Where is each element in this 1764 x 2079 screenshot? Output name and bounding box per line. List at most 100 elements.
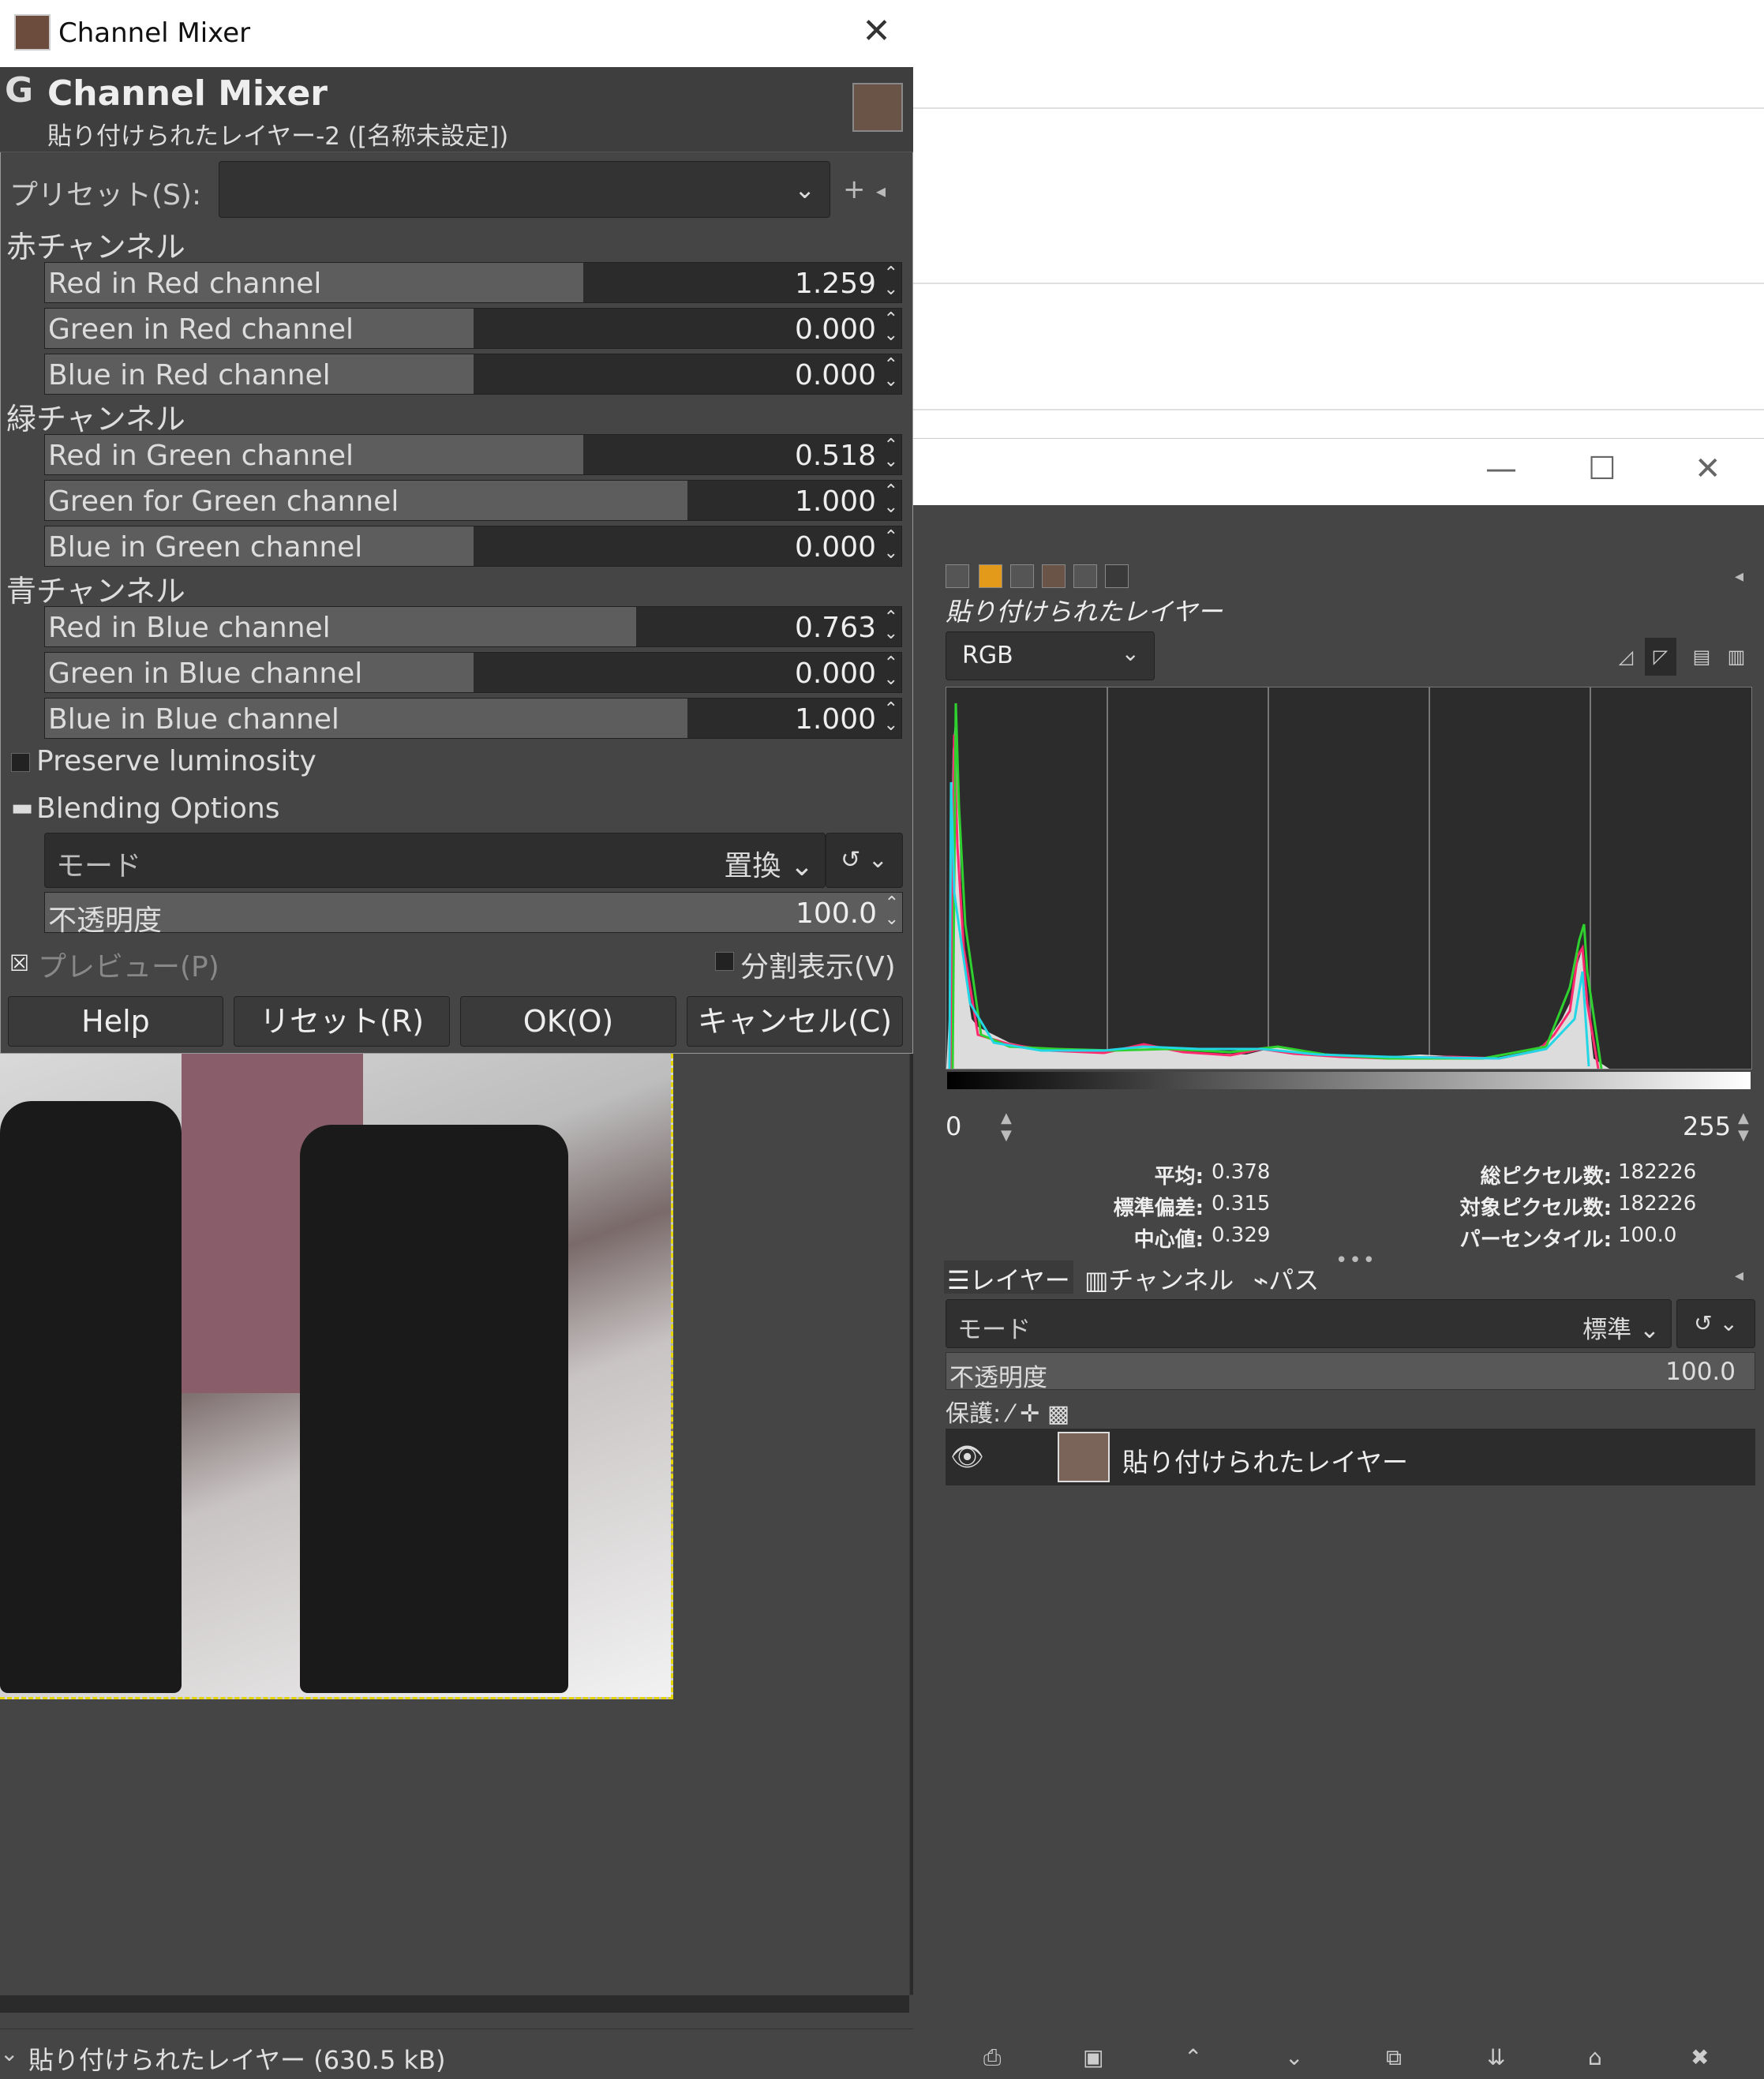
dialog-heading: Channel Mixer — [47, 73, 328, 114]
slider-value[interactable]: 0.000 — [795, 359, 876, 391]
lock-paint-icon[interactable]: ⁄ — [1009, 1400, 1013, 1428]
section-red: 赤チャンネル — [6, 230, 185, 264]
slider-green-for-green[interactable]: Green for Green channel 1.000 ⌃ ⌄ — [44, 480, 902, 521]
spin-icon[interactable]: ⌃ ⌄ — [884, 437, 898, 470]
spin-icon[interactable]: ⌃ ⌄ — [884, 357, 898, 390]
ok-button[interactable]: OK(O) — [460, 996, 676, 1047]
reset-button[interactable]: リセット(R) — [234, 996, 450, 1047]
slider-value[interactable]: 0.000 — [795, 657, 876, 690]
slider-value[interactable]: 1.000 — [795, 485, 876, 518]
tab-icon[interactable] — [1010, 564, 1034, 588]
tab-icon[interactable] — [946, 564, 969, 588]
close-icon[interactable]: ✕ — [1695, 451, 1721, 487]
range-min-field[interactable]: 0 — [946, 1111, 1001, 1151]
spin-icon[interactable]: ⌃ ⌄ — [884, 265, 898, 298]
raise-layer-icon[interactable]: ⌃ — [1184, 2044, 1202, 2070]
chevron-down-icon[interactable]: ⌄ — [0, 2040, 18, 2066]
collapse-icon[interactable]: ▬ — [11, 794, 33, 822]
slider-value[interactable]: 0.000 — [795, 531, 876, 564]
opacity-label: 不透明度 — [48, 905, 163, 937]
stddev-value: 0.315 — [1212, 1192, 1271, 1216]
spin-icon[interactable]: ▲ ▼ — [1001, 1110, 1012, 1144]
preset-menu-icon[interactable]: ◂ — [876, 180, 886, 202]
lock-position-icon[interactable]: ✛ — [1020, 1400, 1039, 1428]
spin-icon[interactable]: ▲ ▼ — [1738, 1110, 1749, 1144]
slider-label: Green in Blue channel — [48, 657, 363, 690]
panel-menu-icon[interactable]: ◂ — [1735, 1266, 1743, 1286]
tab-icon[interactable] — [1042, 564, 1066, 588]
lower-layer-icon[interactable]: ⌄ — [1285, 2044, 1303, 2070]
chevron-down-icon: ⌄ — [1639, 1316, 1660, 1344]
eye-icon[interactable]: 👁 — [950, 1441, 984, 1473]
new-group-icon[interactable]: ▣ — [1083, 2044, 1103, 2070]
slider-red-in-green[interactable]: Red in Green channel 0.518 ⌃ ⌄ — [44, 434, 902, 475]
spin-icon[interactable]: ⌃ ⌄ — [884, 311, 898, 344]
log-scale-icon[interactable]: ◸ — [1645, 638, 1676, 676]
histogram-graph[interactable] — [946, 687, 1752, 1069]
pane-grip-icon[interactable]: ••• — [1335, 1249, 1376, 1272]
tab-icon[interactable] — [979, 564, 1002, 588]
histogram-layer-name: 貼り付けられたレイヤー — [946, 597, 1223, 627]
mask-icon[interactable]: ⌂ — [1588, 2044, 1602, 2070]
range-max-field[interactable]: 255 — [1683, 1111, 1738, 1151]
minimize-icon[interactable]: — — [1485, 451, 1517, 487]
slider-green-in-blue[interactable]: Green in Blue channel 0.000 ⌃ ⌄ — [44, 652, 902, 693]
composite-mode-select[interactable]: ↺ ⌄ — [1676, 1299, 1755, 1348]
duplicate-layer-icon[interactable]: ⧉ — [1386, 2044, 1402, 2071]
linear-scale-icon[interactable]: ◿ — [1610, 638, 1642, 676]
slider-red-in-blue[interactable]: Red in Blue channel 0.763 ⌃ ⌄ — [44, 606, 902, 647]
delete-layer-icon[interactable]: ✖ — [1691, 2044, 1709, 2070]
dialog-header: G Channel Mixer 貼り付けられたレイヤー-2 ([名称未設定]) — [0, 67, 913, 152]
slider-value[interactable]: 0.000 — [795, 313, 876, 346]
close-icon[interactable]: ✕ — [862, 11, 891, 51]
image-canvas[interactable] — [0, 1054, 673, 1699]
add-preset-icon[interactable]: + — [843, 174, 866, 205]
slider-blue-in-blue[interactable]: Blue in Blue channel 1.000 ⌃ ⌄ — [44, 698, 902, 739]
slider-value[interactable]: 0.518 — [795, 440, 876, 472]
slider-value[interactable]: 1.000 — [795, 703, 876, 736]
maximize-icon[interactable]: ☐ — [1588, 451, 1616, 487]
slider-red-in-red[interactable]: Red in Red channel 1.259 ⌃ ⌄ — [44, 262, 902, 303]
bar-view-icon[interactable]: ▤ — [1686, 638, 1717, 676]
tab-paths[interactable]: ⌁パス — [1250, 1261, 1322, 1295]
slider-value[interactable]: 1.259 — [795, 268, 876, 300]
line-view-icon[interactable]: ▥ — [1721, 638, 1752, 676]
spin-icon[interactable]: ⌃ ⌄ — [884, 609, 898, 642]
channel-select[interactable]: RGB ⌄ — [946, 631, 1155, 680]
slider-value[interactable]: 0.763 — [795, 612, 876, 644]
horizontal-scrollbar[interactable] — [0, 1995, 909, 2013]
preserve-luminosity-checkbox[interactable] — [11, 753, 30, 772]
opacity-value[interactable]: 100.0 — [796, 897, 877, 930]
composite-mode-select[interactable]: ↺ ⌄ — [826, 833, 903, 888]
panel-menu-icon[interactable]: ◂ — [1735, 567, 1743, 586]
split-view-label: 分割表示(V) — [740, 951, 896, 983]
tab-icon[interactable] — [1073, 564, 1097, 588]
divider — [913, 409, 1764, 410]
spin-icon[interactable]: ⌃ ⌄ — [884, 529, 898, 562]
slider-blue-in-red[interactable]: Blue in Red channel 0.000 ⌃ ⌄ — [44, 354, 902, 395]
lock-alpha-icon[interactable]: ▩ — [1047, 1400, 1069, 1428]
slider-green-in-red[interactable]: Green in Red channel 0.000 ⌃ ⌄ — [44, 308, 902, 349]
merge-layer-icon[interactable]: ⇊ — [1487, 2044, 1505, 2070]
opacity-slider[interactable]: 不透明度 100.0 ⌃ ⌄ — [44, 892, 903, 937]
spin-icon[interactable]: ⌃ ⌄ — [885, 895, 899, 928]
spin-icon[interactable]: ⌃ ⌄ — [884, 701, 898, 734]
layer-row[interactable]: 👁 貼り付けられたレイヤー — [946, 1429, 1755, 1485]
preset-select[interactable]: ⌄ — [219, 161, 830, 218]
histogram-tab-icon[interactable] — [1105, 564, 1129, 588]
cancel-button[interactable]: キャンセル(C) — [687, 996, 903, 1047]
new-layer-icon[interactable]: ⎙ — [983, 2044, 1001, 2071]
help-button[interactable]: Help — [8, 996, 223, 1047]
tab-layers[interactable]: ☰レイヤー — [944, 1261, 1073, 1295]
blend-mode-select[interactable]: モード 置換 ⌄ — [44, 833, 826, 888]
preview-checkbox[interactable]: ☒ — [9, 950, 29, 976]
tab-channels[interactable]: ▥チャンネル — [1081, 1261, 1237, 1295]
layer-mode-select[interactable]: モード 標準 ⌄ — [946, 1299, 1672, 1348]
tab-paths-label: パス — [1268, 1265, 1320, 1295]
spin-icon[interactable]: ⌃ ⌄ — [884, 655, 898, 688]
split-view-checkbox[interactable] — [715, 952, 734, 971]
slider-blue-in-green[interactable]: Blue in Green channel 0.000 ⌃ ⌄ — [44, 526, 902, 567]
spin-icon[interactable]: ⌃ ⌄ — [884, 483, 898, 516]
blending-options-label[interactable]: Blending Options — [36, 792, 280, 825]
layer-opacity-slider[interactable]: 不透明度 100.0 — [946, 1352, 1755, 1392]
